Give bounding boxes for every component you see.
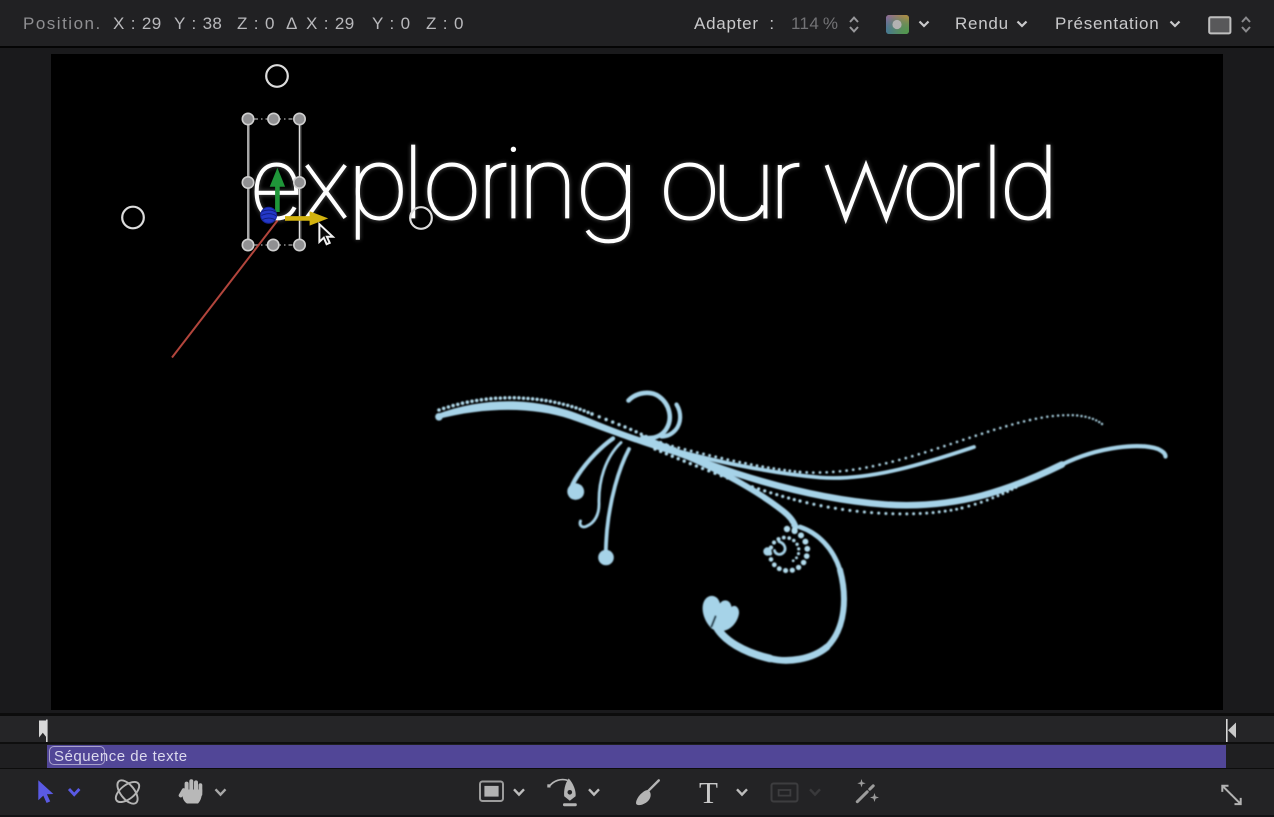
- svg-text:T: T: [699, 775, 718, 810]
